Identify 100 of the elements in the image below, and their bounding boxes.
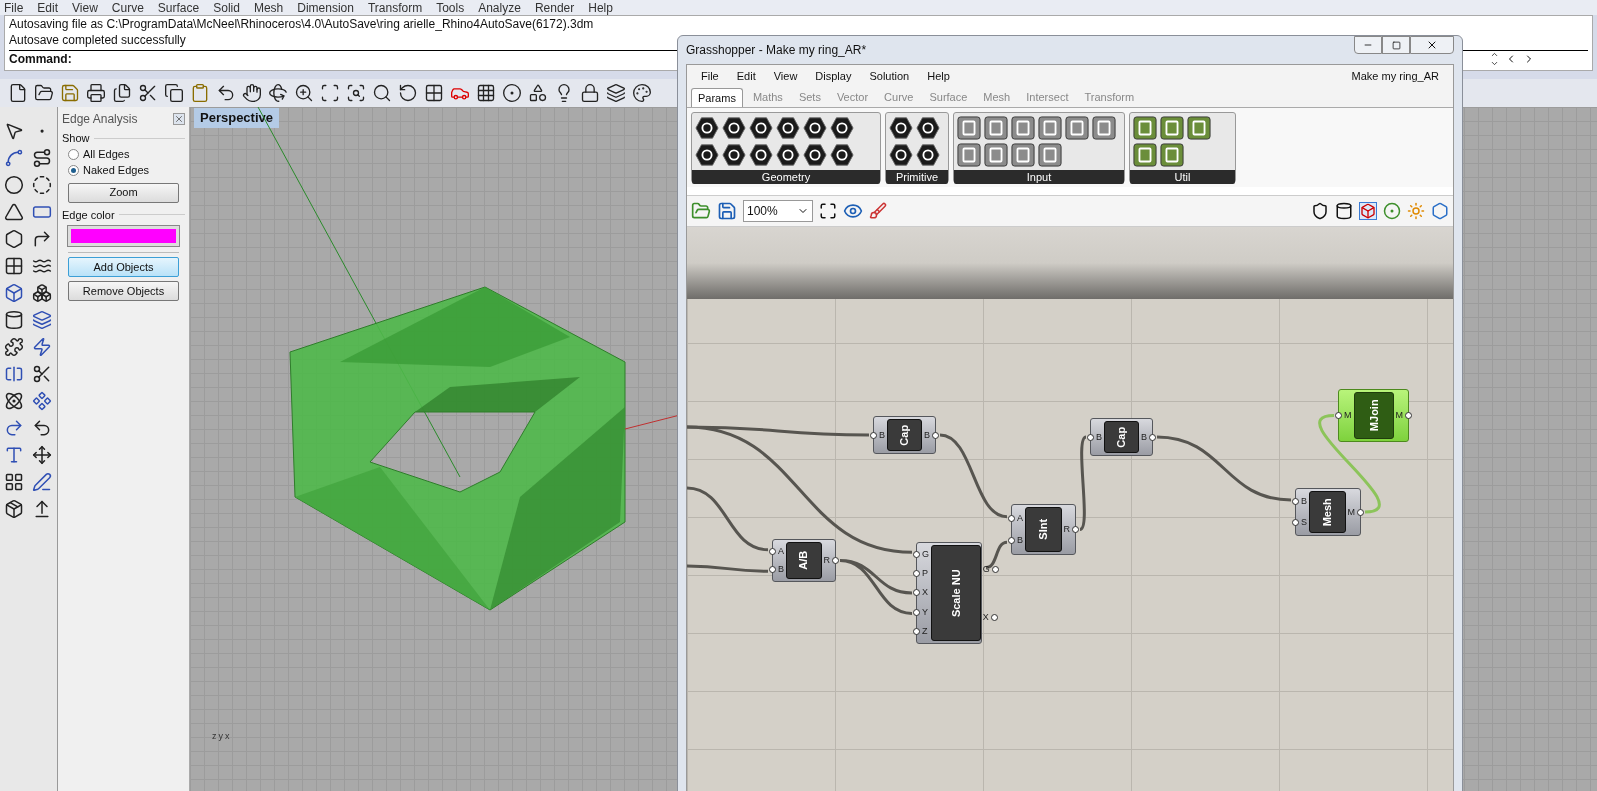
input-port[interactable] [1292, 519, 1299, 526]
input-port[interactable] [913, 589, 920, 597]
folder-icon[interactable] [34, 83, 54, 103]
menu-item[interactable]: Mesh [253, 1, 284, 14]
output-port[interactable] [1405, 412, 1412, 419]
pointer-icon[interactable] [4, 121, 24, 141]
menu-item[interactable]: Render [534, 1, 575, 14]
save-icon[interactable] [717, 201, 737, 221]
input-port[interactable] [1008, 537, 1015, 545]
component-node[interactable]: A B SInt R [1011, 504, 1076, 555]
hexagon-icon[interactable] [1431, 202, 1449, 220]
input-port[interactable] [1008, 514, 1015, 522]
menu-item[interactable]: Help [588, 1, 613, 14]
component-icon[interactable] [916, 143, 940, 167]
text-icon[interactable] [4, 445, 24, 465]
zoom-extents-icon[interactable] [346, 83, 366, 103]
component-icon[interactable] [1160, 143, 1184, 167]
menu-item[interactable]: Transform [367, 1, 423, 14]
radio-option[interactable]: Naked Edges [68, 162, 185, 179]
component-icon[interactable] [830, 143, 854, 167]
menu-item[interactable]: Surface [157, 1, 200, 14]
pages-icon[interactable] [112, 83, 132, 103]
output-port[interactable] [832, 557, 839, 564]
solids-icon[interactable] [31, 283, 52, 303]
eye-icon[interactable] [843, 201, 863, 221]
four-viewports-icon[interactable] [424, 83, 444, 103]
input-port[interactable] [1335, 412, 1342, 419]
component-icon[interactable] [889, 116, 913, 140]
input-port[interactable] [870, 431, 877, 439]
component-icon[interactable] [695, 143, 719, 167]
component-icon[interactable] [1187, 116, 1211, 140]
printer-icon[interactable] [86, 83, 106, 103]
component-icon[interactable] [722, 116, 746, 140]
spin-down-icon[interactable] [1490, 59, 1499, 68]
output-port[interactable] [1357, 508, 1364, 516]
radio-button[interactable] [68, 149, 79, 160]
ribbon-group-label[interactable]: Primitive [886, 170, 948, 184]
component-node[interactable]: B S Mesh M [1295, 488, 1361, 536]
component-icon[interactable] [722, 143, 746, 167]
close-icon[interactable] [173, 113, 185, 125]
scissors-icon[interactable] [138, 83, 158, 103]
copy-icon[interactable] [164, 83, 184, 103]
component-icon[interactable] [776, 143, 800, 167]
menu-item[interactable]: Edit [37, 1, 59, 14]
node-canvas[interactable]: B Cap B B Cap B M MJoin M A B A/B R G P X Y Z Scale NU G X A B SInt R B S Mesh M [687, 227, 1453, 791]
clipboard-icon[interactable] [190, 83, 210, 103]
zoom-in-icon[interactable] [294, 83, 314, 103]
color-swatch[interactable] [68, 226, 179, 246]
menu-item[interactable]: Curve [111, 1, 144, 14]
move-icon[interactable] [31, 445, 52, 465]
menu-item[interactable]: Display [815, 67, 852, 85]
component-icon[interactable] [749, 143, 773, 167]
search-icon[interactable] [372, 83, 392, 103]
palette-icon[interactable] [632, 83, 652, 103]
component-icon[interactable] [916, 116, 940, 140]
menu-item[interactable]: Edit [736, 67, 756, 85]
undo-icon[interactable] [216, 83, 236, 103]
component-node[interactable]: A B A/B R [772, 539, 836, 582]
polygon-icon[interactable] [4, 229, 24, 249]
zoom-button[interactable]: Zoom [68, 182, 179, 203]
menu-item[interactable]: Dimension [297, 1, 354, 14]
new-file-icon[interactable] [8, 83, 28, 103]
menu-item[interactable]: File [4, 1, 24, 14]
output-port[interactable] [990, 613, 998, 621]
menu-item[interactable]: View [773, 67, 798, 85]
split-icon[interactable] [31, 364, 52, 384]
component-icon[interactable] [695, 116, 719, 140]
component-icon[interactable] [1160, 116, 1184, 140]
component-icon[interactable] [803, 143, 827, 167]
component-icon[interactable] [1133, 116, 1157, 140]
input-port[interactable] [769, 547, 776, 555]
panel-button[interactable]: Remove Objects [68, 281, 179, 301]
menu-item[interactable]: File [701, 67, 719, 85]
cylinder-icon[interactable] [1335, 202, 1353, 220]
panel-button[interactable]: Add Objects [68, 257, 179, 277]
component-node[interactable]: B Cap B [1090, 418, 1153, 456]
component-icon[interactable] [830, 116, 854, 140]
component-icon[interactable] [749, 116, 773, 140]
output-port[interactable] [932, 431, 939, 439]
component-node[interactable]: B Cap B [873, 416, 936, 454]
input-port[interactable] [1292, 498, 1299, 505]
zoom-dropdown[interactable]: 100% [743, 200, 813, 222]
ribbon-group-label[interactable]: Input [954, 170, 1124, 184]
circle-icon[interactable] [4, 175, 24, 195]
menu-item[interactable]: Analyze [478, 1, 521, 14]
ribbon-tab[interactable]: Params [691, 88, 743, 107]
menu-item[interactable]: Help [927, 67, 950, 85]
edit-icon[interactable] [31, 472, 52, 492]
menu-item[interactable]: Tools [436, 1, 465, 14]
hand-icon[interactable] [242, 83, 262, 103]
input-port[interactable] [913, 608, 920, 616]
brush-icon[interactable] [869, 202, 887, 220]
component-icon[interactable] [889, 143, 913, 167]
input-port[interactable] [769, 566, 776, 574]
component-icon[interactable] [803, 116, 827, 140]
input-port[interactable] [913, 570, 920, 578]
close-button[interactable] [1410, 36, 1454, 54]
component-icon[interactable] [776, 116, 800, 140]
output-port[interactable] [991, 565, 999, 573]
radio-button[interactable] [68, 165, 79, 176]
